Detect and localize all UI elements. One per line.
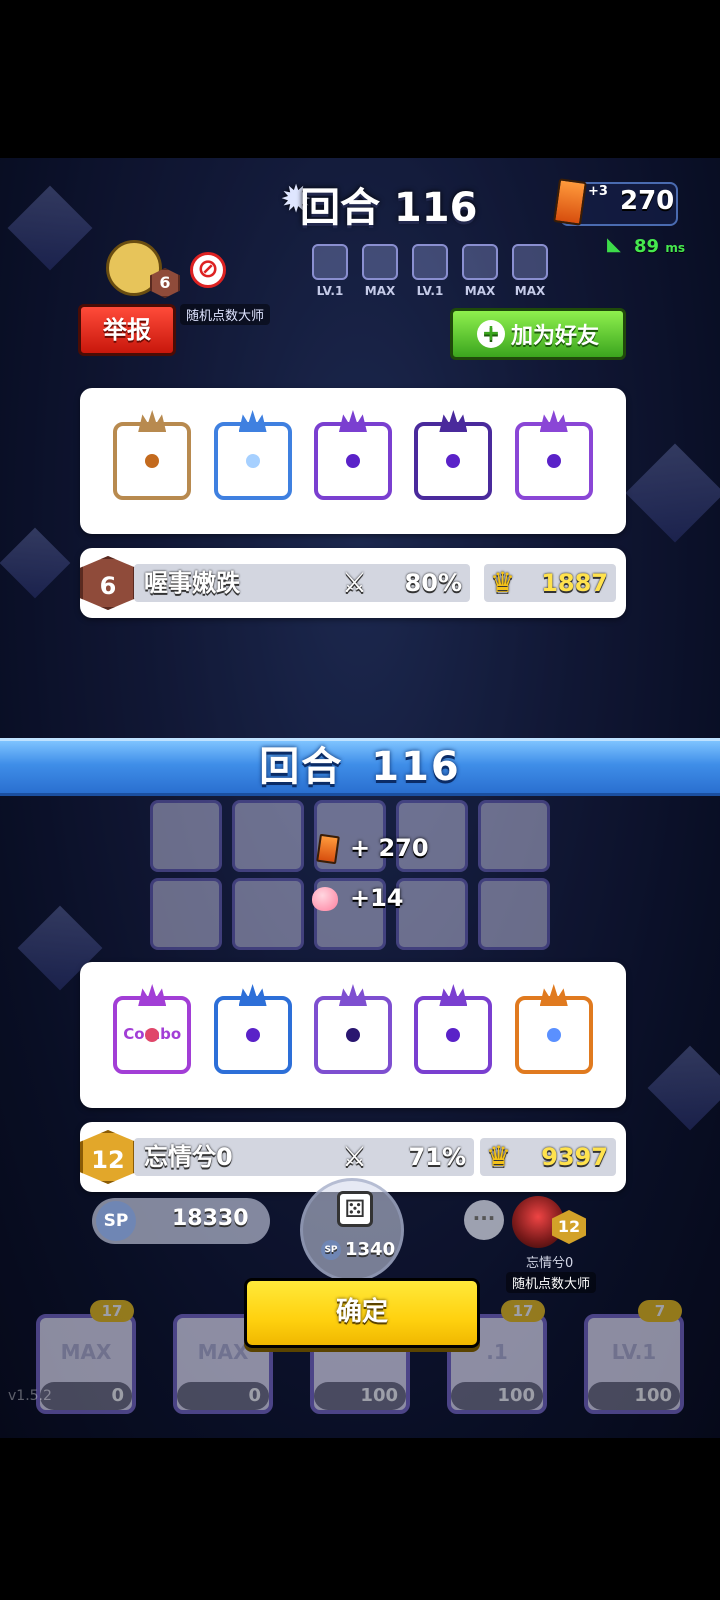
add-friend-button[interactable]: + 加为好友	[450, 308, 626, 360]
my-trophies: ♛ 9397	[480, 1138, 616, 1176]
opponent-dice-panel	[80, 388, 626, 534]
dice-icon: ⚄	[337, 1191, 373, 1227]
my-name-small: 忘情兮0	[526, 1256, 574, 1271]
crown-icon	[238, 984, 267, 1006]
summon-cost: SP 1340	[321, 1239, 395, 1260]
deck-count: 7	[638, 1300, 682, 1322]
die-pip	[345, 454, 360, 468]
deck-cost: 100	[588, 1382, 680, 1410]
trophy-icon: ♛	[490, 566, 516, 599]
deck-level: MAX	[60, 1340, 112, 1364]
mini-slot: MAX	[360, 244, 400, 298]
crown-icon	[138, 984, 167, 1006]
die-pip	[245, 1028, 260, 1042]
opponent-title: 随机点数大师	[180, 304, 271, 325]
crown-icon	[439, 410, 468, 432]
board-background	[150, 800, 554, 950]
deck-level: LV.1	[611, 1340, 657, 1364]
deck-cost: 100	[451, 1382, 543, 1410]
opponent-winrate: ⚔ 80%	[336, 564, 470, 602]
mini-slot-level: MAX	[464, 284, 496, 298]
mini-die	[362, 244, 398, 280]
crown-icon	[539, 984, 568, 1006]
die-pip	[345, 1028, 360, 1042]
round-banner: 回合 116	[0, 738, 720, 796]
ban-icon[interactable]: ⊘	[190, 252, 226, 288]
deck-slot[interactable]: LV.1 7 100	[578, 1300, 690, 1418]
mini-slot-level: MAX	[514, 284, 546, 298]
mini-die	[312, 244, 348, 280]
mini-die	[512, 244, 548, 280]
my-dice-panel: Combo	[80, 962, 626, 1108]
my-die-combo[interactable]: Combo	[113, 984, 192, 1074]
die-pip	[145, 454, 160, 468]
my-die-moon-blue[interactable]	[213, 984, 292, 1074]
add-user-icon: +	[476, 320, 505, 348]
sp-icon: SP	[96, 1201, 136, 1241]
opponent-rank-badge: 6	[80, 556, 136, 610]
confirm-button[interactable]: 确定	[244, 1278, 480, 1348]
report-button[interactable]: 举报	[78, 304, 176, 356]
crown-icon	[338, 984, 367, 1006]
opponent-info-bar: 6 喔事嫩跌 ⚔ 80% ♛ 1887	[80, 548, 626, 618]
sp-counter: SP 18330	[92, 1198, 270, 1244]
add-friend-label: 加为好友	[510, 324, 599, 349]
mini-slot: MAX	[510, 244, 550, 298]
die-pip	[446, 1028, 461, 1042]
more-options-button[interactable]: ···	[464, 1200, 504, 1240]
crown-icon	[238, 410, 267, 432]
die-pip	[245, 454, 260, 468]
mini-slot-level: LV.1	[416, 284, 444, 298]
my-die-crack[interactable]	[313, 984, 392, 1074]
opp-die-target[interactable]	[514, 410, 593, 500]
my-winrate: ⚔ 71%	[336, 1138, 474, 1176]
mini-slot: LV.1	[310, 244, 350, 298]
cards-plus: +3	[588, 184, 608, 199]
crown-icon	[539, 410, 568, 432]
die-pip	[546, 454, 561, 468]
crown-icon	[338, 410, 367, 432]
mini-die	[412, 244, 448, 280]
mini-slot: MAX	[460, 244, 500, 298]
round-counter: 回合 116	[300, 185, 478, 231]
opp-die-purple-crown[interactable]	[313, 410, 392, 500]
crown-icon	[439, 984, 468, 1006]
crossed-swords-icon: ⚔	[342, 566, 368, 599]
reward-cards: + 270	[316, 833, 429, 865]
die-pip	[546, 1028, 561, 1042]
deck-count: 17	[501, 1300, 545, 1322]
crossed-swords-icon: ⚔	[342, 1140, 368, 1173]
reward-peach: +14	[312, 884, 404, 912]
deck-cost: 0	[177, 1382, 269, 1410]
deck-count: 17	[90, 1300, 134, 1322]
deck-cost: 100	[314, 1382, 406, 1410]
trophy-icon: ♛	[486, 1140, 512, 1173]
mini-slot-level: LV.1	[316, 284, 344, 298]
summon-dice-button[interactable]: ⚄ SP 1340	[300, 1178, 404, 1282]
my-rank-badge: 12	[80, 1130, 136, 1184]
mini-slot-level: MAX	[364, 284, 396, 298]
opp-die-random[interactable]	[113, 410, 192, 500]
ping-readout: 89 ms	[634, 236, 685, 257]
my-die-infinity[interactable]	[514, 984, 593, 1074]
cards-value: 270	[620, 186, 675, 216]
peach-icon	[312, 887, 338, 911]
my-title: 随机点数大师	[506, 1272, 597, 1293]
sp-value: 18330	[172, 1206, 249, 1231]
die-pip	[446, 454, 461, 468]
version-label: v1.5.2	[8, 1388, 52, 1404]
opponent-trophies: ♛ 1887	[484, 564, 616, 602]
my-die-growth[interactable]	[414, 984, 493, 1074]
card-icon	[316, 833, 340, 865]
mini-slot: LV.1	[410, 244, 450, 298]
mini-die	[462, 244, 498, 280]
opp-die-ice[interactable]	[213, 410, 292, 500]
deck-cost: 0	[40, 1382, 132, 1410]
opponent-mini-deck: LV.1 MAX LV.1 MAX MAX	[310, 244, 550, 298]
crown-icon	[138, 410, 167, 432]
opp-die-moon[interactable]	[414, 410, 493, 500]
wifi-icon: ◣	[607, 234, 621, 255]
